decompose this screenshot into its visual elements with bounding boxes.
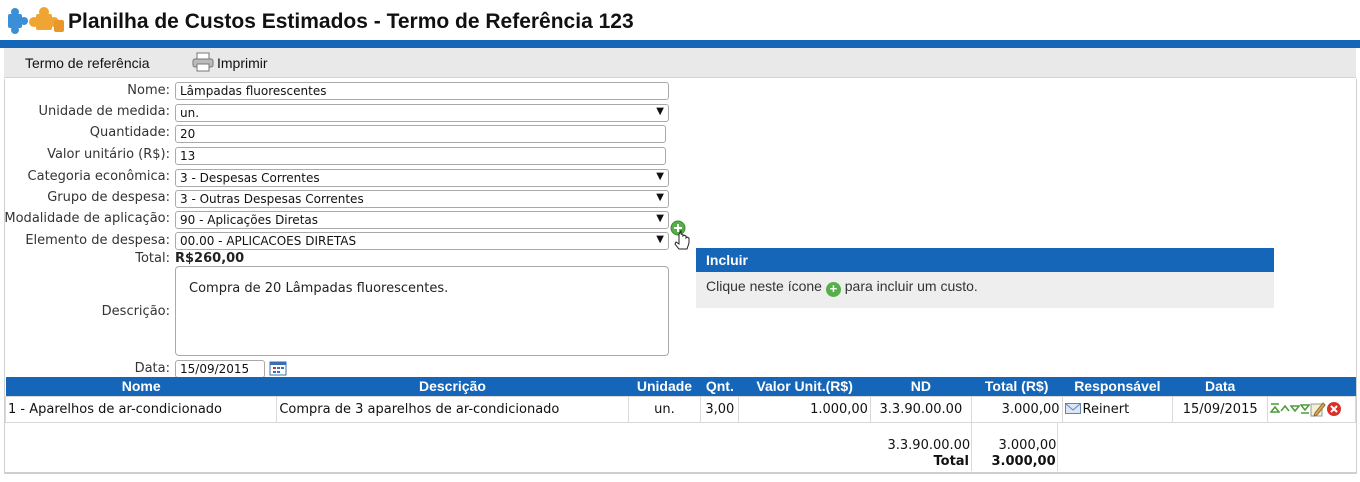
edit-icon[interactable] <box>1310 401 1326 417</box>
descricao-textarea[interactable]: Compra de 20 Lâmpadas fluorescentes. <box>175 266 669 356</box>
col-header-qnt[interactable]: Qnt. <box>700 377 739 396</box>
move-down-icon[interactable] <box>1290 403 1301 415</box>
col-header-unidade[interactable]: Unidade <box>628 377 701 396</box>
costs-table: Nome Descrição Unidade Qnt. Valor Unit.(… <box>4 377 1356 471</box>
summary-nd-value: 3.000,00 <box>998 437 1057 453</box>
print-label: Imprimir <box>217 55 268 71</box>
incluir-text-after: para incluir um custo. <box>844 278 978 294</box>
grupo-label: Grupo de despesa: <box>47 190 170 205</box>
total-label: Total: <box>135 251 170 266</box>
modalidade-label: Modalidade de aplicação: <box>4 211 170 226</box>
add-cost-icon[interactable] <box>670 220 696 254</box>
col-header-valor-unit[interactable]: Valor Unit.(R$) <box>738 377 871 396</box>
grupo-select[interactable]: 3 - Outras Despesas Correntes ▼ <box>175 190 669 208</box>
print-button[interactable]: Imprimir <box>192 52 268 72</box>
termo-referencia-link[interactable]: Termo de referência <box>25 55 150 71</box>
valor-label: Valor unitário (R$): <box>47 147 170 162</box>
elemento-select[interactable]: 00.00 - APLICACOES DIRETAS ▼ <box>175 232 669 250</box>
categoria-select[interactable]: 3 - Despesas Correntes ▼ <box>175 169 669 187</box>
descricao-label: Descrição: <box>101 304 170 319</box>
elemento-label: Elemento de despesa: <box>25 233 170 248</box>
grupo-select-value: 3 - Outras Despesas Correntes <box>180 192 364 206</box>
move-bottom-icon[interactable] <box>1300 403 1311 415</box>
incluir-text: Clique neste ícone + para incluir um cus… <box>696 272 1274 303</box>
unidade-select-value: un. <box>180 106 200 120</box>
categoria-label: Categoria econômica: <box>27 169 170 184</box>
cell-unidade: un. <box>627 395 702 423</box>
summary-divider-left <box>970 422 972 471</box>
cell-nome: 1 - Aparelhos de ar-condicionado <box>4 395 278 423</box>
dropdown-arrow-icon: ▼ <box>656 171 664 182</box>
cell-descricao: Compra de 3 aparelhos de ar-condicionado <box>276 395 629 423</box>
costs-table-wrap: Nome Descrição Unidade Qnt. Valor Unit.(… <box>4 377 1357 474</box>
col-header-descricao[interactable]: Descrição <box>276 377 629 396</box>
incluir-text-before: Clique neste ícone <box>706 278 822 294</box>
cell-actions <box>1267 395 1356 423</box>
calendar-icon[interactable] <box>269 361 287 376</box>
cost-form: Nome: Lâmpadas fluorescentes Unidade de … <box>4 79 1357 378</box>
summary-nd: 3.3.90.00.00 <box>887 437 971 453</box>
modalidade-select-value: 90 - Aplicações Diretas <box>180 213 318 227</box>
toolbar: Termo de referência Imprimir <box>4 48 1356 78</box>
cell-data: 15/09/2015 <box>1172 395 1269 423</box>
quantidade-label: Quantidade: <box>89 125 170 140</box>
data-label: Data: <box>134 361 170 376</box>
printer-icon <box>192 52 214 72</box>
cell-valor-unit: 1.000,00 <box>738 395 871 423</box>
unidade-label: Unidade de medida: <box>38 104 170 119</box>
dropdown-arrow-icon: ▼ <box>656 192 664 203</box>
responsavel-name: Reinert <box>1082 401 1130 417</box>
elemento-select-value: 00.00 - APLICACOES DIRETAS <box>180 234 357 248</box>
cell-total: 3.000,00 <box>970 395 1063 423</box>
grand-total-value: 3.000,00 <box>991 453 1056 469</box>
title-bar: Planilha de Custos Estimados - Termo de … <box>0 0 1360 40</box>
cell-nd: 3.3.90.00.00 <box>869 395 972 423</box>
table-row: 1 - Aparelhos de ar-condicionado Compra … <box>4 395 1356 423</box>
table-header-row: Nome Descrição Unidade Qnt. Valor Unit.(… <box>5 377 1356 396</box>
plus-circle-icon: + <box>825 282 841 297</box>
dropdown-arrow-icon: ▼ <box>656 234 664 245</box>
nome-input[interactable]: Lâmpadas fluorescentes <box>175 82 669 100</box>
unidade-select[interactable]: un. ▼ <box>175 104 669 122</box>
dropdown-arrow-icon: ▼ <box>656 106 664 117</box>
delete-icon[interactable] <box>1326 401 1342 417</box>
grand-total-label: Total <box>933 453 970 469</box>
modalidade-select[interactable]: 90 - Aplicações Diretas ▼ <box>175 211 669 229</box>
col-header-actions <box>1267 377 1356 396</box>
incluir-title: Incluir <box>696 248 1274 272</box>
nome-label: Nome: <box>127 83 170 98</box>
col-header-nd[interactable]: ND <box>870 377 972 396</box>
incluir-help-panel: Incluir Clique neste ícone + para inclui… <box>696 248 1274 308</box>
summary-divider-right <box>1056 422 1058 471</box>
puzzle-logo-icon <box>8 7 64 34</box>
cell-qnt: 3,00 <box>700 395 740 423</box>
move-top-icon[interactable] <box>1270 403 1281 415</box>
quantidade-input[interactable]: 20 <box>175 125 666 143</box>
email-icon[interactable] <box>1064 402 1081 414</box>
move-up-icon[interactable] <box>1280 403 1290 415</box>
cell-responsavel: Reinert <box>1061 395 1174 423</box>
col-header-data[interactable]: Data <box>1172 377 1268 396</box>
summary-row: 3.3.90.00.00 3.000,00 Total 3.000,00 <box>5 421 1356 471</box>
data-input[interactable]: 15/09/2015 <box>175 360 265 378</box>
col-header-total[interactable]: Total (R$) <box>971 377 1062 396</box>
valor-unitario-input[interactable]: 13 <box>175 147 666 165</box>
total-value: R$260,00 <box>175 251 245 266</box>
page-title: Planilha de Custos Estimados - Termo de … <box>68 10 634 33</box>
col-header-responsavel[interactable]: Responsável <box>1062 377 1173 396</box>
header-divider <box>0 40 1360 48</box>
categoria-select-value: 3 - Despesas Correntes <box>180 171 320 185</box>
col-header-nome[interactable]: Nome <box>5 377 277 396</box>
dropdown-arrow-icon: ▼ <box>656 213 664 224</box>
